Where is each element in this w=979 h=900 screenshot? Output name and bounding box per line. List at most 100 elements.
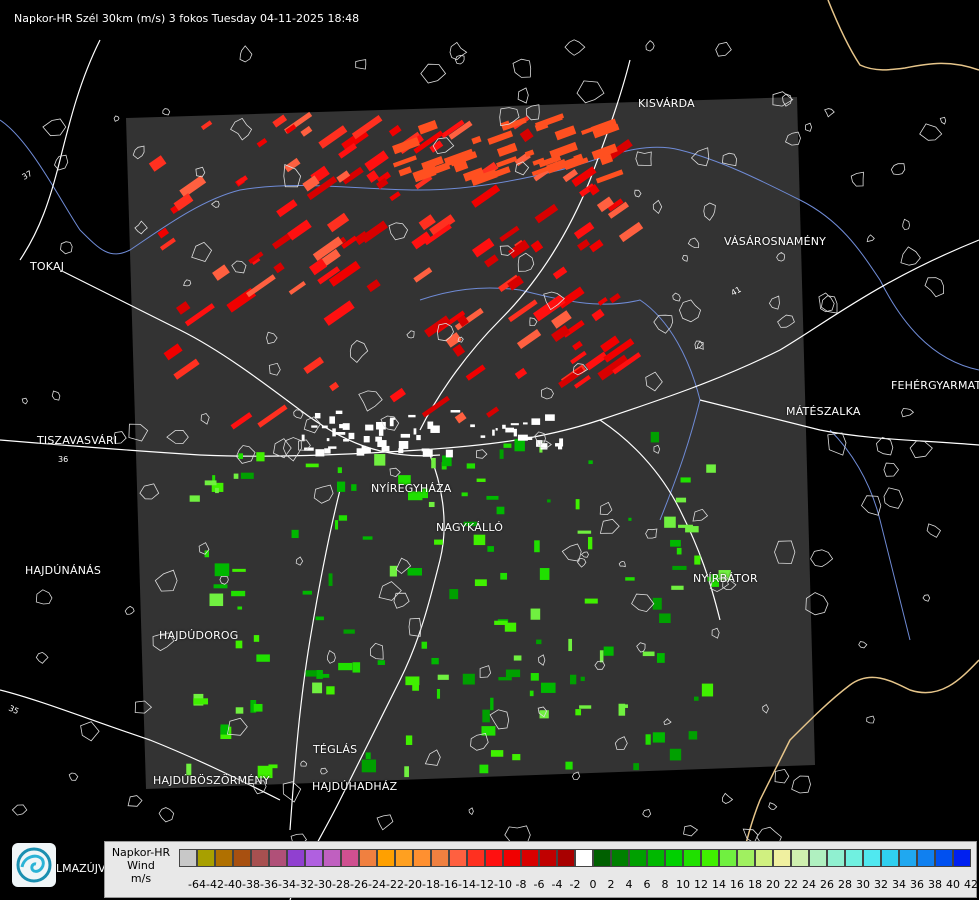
- radar-echo: [253, 703, 263, 712]
- legend-tick-label: -28: [332, 878, 350, 891]
- radar-echo: [428, 501, 435, 508]
- radar-echo: [189, 495, 200, 502]
- legend-tick-label: -8: [515, 878, 527, 891]
- radar-echo: [305, 670, 317, 677]
- radar-echo: [510, 423, 519, 426]
- radar-echo: [421, 448, 430, 452]
- radar-echo: [363, 447, 371, 454]
- radar-echo: [530, 608, 541, 620]
- radar-echo: [365, 752, 371, 760]
- legend-color-swatch: [701, 849, 719, 867]
- radar-echo: [343, 439, 349, 442]
- radar-echo: [365, 424, 374, 431]
- legend-color-swatch: [449, 849, 467, 867]
- legend-color-swatch: [809, 849, 827, 867]
- radar-echo: [363, 436, 370, 443]
- legend-tick-label: -14: [458, 878, 476, 891]
- radar-echo: [235, 707, 244, 714]
- radar-echo: [302, 590, 312, 595]
- radar-echo: [348, 432, 355, 440]
- radar-echo: [376, 421, 386, 430]
- radar-echo: [449, 589, 459, 600]
- radar-echo: [436, 688, 441, 699]
- legend-color-swatch: [683, 849, 701, 867]
- legend-title: Napkor-HR Wind m/s: [105, 846, 177, 885]
- radar-echo: [659, 613, 671, 624]
- radar-echo: [305, 463, 319, 468]
- radar-echo: [466, 463, 476, 469]
- radar-echo: [486, 495, 499, 500]
- radar-echo: [575, 709, 582, 716]
- legend-color-swatch: [341, 849, 359, 867]
- radar-echo: [524, 436, 533, 440]
- radar-echo: [587, 536, 593, 550]
- radar-echo: [530, 673, 539, 681]
- radar-echo: [559, 438, 564, 447]
- legend-color-swatch: [719, 849, 737, 867]
- legend-color-swatch: [431, 849, 449, 867]
- city-label-teglas: TÉGLÁS: [313, 743, 358, 756]
- legend-tick-label: -30: [314, 878, 332, 891]
- swirl-logo-icon: [12, 843, 56, 887]
- road-number-36: 36: [58, 455, 68, 464]
- radar-echo: [568, 638, 573, 652]
- radar-echo: [214, 563, 230, 577]
- legend-color-swatch: [881, 849, 899, 867]
- radar-echo: [213, 584, 228, 589]
- legend-color-swatch: [953, 849, 971, 867]
- radar-echo: [676, 547, 682, 555]
- radar-echo: [652, 732, 665, 743]
- radar-echo: [335, 410, 343, 415]
- radar-echo: [378, 429, 384, 436]
- radar-echo: [398, 440, 409, 449]
- city-label-mateszalka: MÁTÉSZALKA: [786, 405, 861, 418]
- legend-color-swatch: [323, 849, 341, 867]
- legend-color-swatch: [611, 849, 629, 867]
- legend-color-swatch: [629, 849, 647, 867]
- radar-echo: [343, 629, 355, 634]
- radar-echo: [256, 452, 265, 462]
- legend-tick-label: -16: [440, 878, 458, 891]
- legend-tick-label: 12: [694, 878, 708, 891]
- radar-echo: [356, 448, 365, 456]
- radar-echo: [599, 650, 604, 663]
- radar-echo: [389, 418, 394, 427]
- legend-tick-label: 36: [910, 878, 924, 891]
- radar-echo: [351, 484, 357, 491]
- legend-tick-label: -24: [368, 878, 386, 891]
- radar-echo: [461, 492, 468, 497]
- radar-echo: [412, 683, 419, 691]
- radar-echo: [565, 761, 573, 770]
- radar-echo: [413, 428, 417, 435]
- legend-tick-label: 4: [625, 878, 633, 891]
- legend-tick-label: 6: [643, 878, 651, 891]
- radar-echo: [547, 499, 551, 503]
- legend-tick-label: 22: [784, 878, 798, 891]
- legend-color-swatch: [755, 849, 773, 867]
- radar-echo: [706, 464, 716, 473]
- radar-echo: [514, 438, 525, 452]
- radar-echo: [656, 653, 665, 663]
- radar-echo: [445, 449, 453, 458]
- legend-tick-label: -40: [224, 878, 242, 891]
- radar-echo: [672, 565, 687, 570]
- radar-echo: [311, 425, 318, 428]
- legend-color-bar: [179, 849, 971, 869]
- city-label-nagykallo: NAGYKÁLLÓ: [436, 521, 504, 534]
- radar-echo: [642, 651, 655, 657]
- legend-tick-label: 8: [661, 878, 669, 891]
- legend-tick-label: 20: [766, 878, 780, 891]
- radar-echo: [505, 427, 515, 433]
- radar-echo: [338, 515, 348, 521]
- radar-echo: [487, 546, 494, 552]
- radar-echo: [332, 428, 336, 437]
- radar-echo: [664, 516, 676, 528]
- radar-echo: [669, 748, 682, 761]
- radar-echo: [502, 424, 506, 429]
- legend-color-swatch: [773, 849, 791, 867]
- radar-echo: [494, 620, 508, 625]
- legend-color-swatch: [359, 849, 377, 867]
- radar-echo: [237, 606, 243, 610]
- legend-color-swatch: [845, 849, 863, 867]
- legend-color-swatch: [467, 849, 485, 867]
